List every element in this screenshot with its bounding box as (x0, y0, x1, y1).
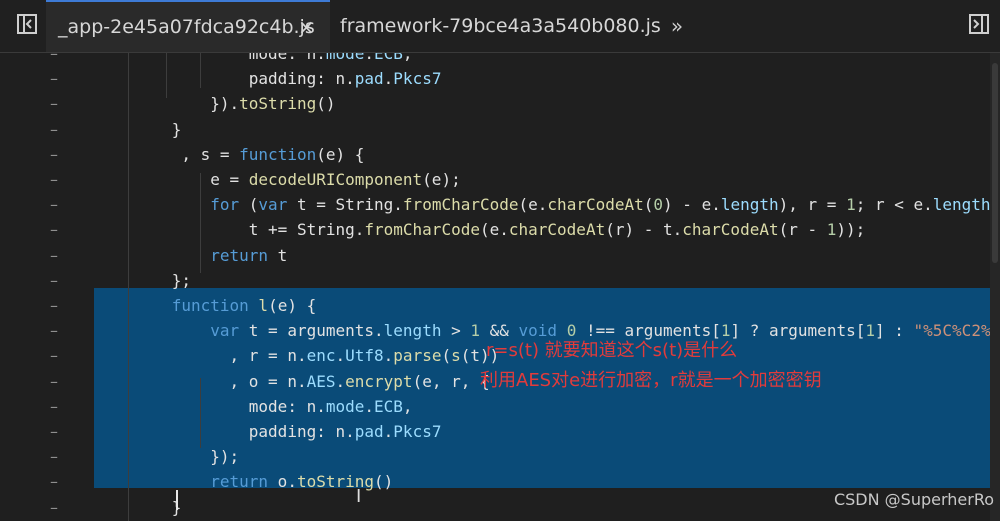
gutter-marker[interactable]: – (48, 419, 60, 444)
csdn-watermark: CSDN @SuperherRo (833, 490, 994, 509)
gutter-marker[interactable]: – (48, 469, 60, 494)
gutter-marker[interactable]: – (48, 293, 60, 318)
code-text: for (var t = String.fromCharCode(e.charC… (210, 195, 1000, 215)
tab-framework-js-label: framework-79bce4a3a540b080.js (340, 15, 661, 37)
editor-tab-bar: _app-2e45a07fdca92c4b.js × framework-79b… (0, 0, 1000, 53)
gutter-marker[interactable]: – (48, 91, 60, 116)
code-line[interactable]: – mode: n.mode.ECB, (0, 394, 1000, 419)
code-text: e = decodeURIComponent(e); (133, 170, 461, 189)
gutter-marker[interactable]: – (48, 167, 60, 192)
code-line[interactable]: – for (var t = String.fromCharCode(e.cha… (0, 192, 1000, 217)
scrollbar-thumb[interactable] (992, 63, 998, 263)
gutter-marker[interactable]: – (48, 217, 60, 242)
tab-framework-js[interactable]: framework-79bce4a3a540b080.js (340, 0, 661, 52)
code-text: padding: n.pad.Pkcs7 (133, 422, 442, 441)
code-line[interactable]: – }).toString() (0, 91, 1000, 116)
annotation-line-1: r=s(t) 就要知道这个s(t)是什么 (486, 340, 738, 361)
code-text: }).toString() (133, 94, 336, 114)
mouse-ibeam-icon: I (356, 486, 362, 507)
code-line[interactable]: – }; (0, 268, 1000, 293)
code-text: padding: n.pad.Pkcs7 (133, 69, 442, 89)
code-line[interactable]: – return t (0, 243, 1000, 268)
more-tabs-icon[interactable]: » (664, 13, 690, 39)
code-text: , o = n.AES.encrypt(e, r, { (133, 371, 490, 391)
code-text: return o.toString() (210, 472, 394, 492)
gutter-marker[interactable]: – (48, 117, 60, 142)
code-editor[interactable]: – mode: n.mode.ECB, – padding: n.pad.Pkcs… (0, 53, 1000, 521)
gutter-marker[interactable]: – (48, 343, 60, 368)
code-text: , r = n.enc.Utf8.parse(s(t)) (133, 346, 500, 366)
code-text: }); (133, 447, 240, 467)
code-line[interactable]: – }); (0, 444, 1000, 469)
annotation-line-2: 利用AES对e进行加密，r就是一个加密密钥 (480, 370, 822, 391)
gutter-marker[interactable]: – (48, 268, 60, 293)
tab-app-js[interactable]: _app-2e45a07fdca92c4b.js × (46, 0, 330, 52)
code-text: mode: n.mode.ECB, (133, 53, 413, 63)
gutter-marker[interactable]: – (48, 444, 60, 469)
gutter-marker[interactable]: – (48, 495, 60, 520)
code-text: function l(e) { (171, 296, 317, 315)
code-text: }; (133, 270, 191, 290)
gutter-marker[interactable]: – (48, 394, 60, 419)
tab-app-js-label: _app-2e45a07fdca92c4b.js (58, 16, 315, 38)
code-line[interactable]: – mode: n.mode.ECB, (0, 53, 1000, 66)
code-text: , s = function(e) { (133, 144, 365, 164)
gutter-marker[interactable]: – (48, 53, 60, 66)
code-line[interactable]: – } (0, 117, 1000, 142)
code-line[interactable]: – , s = function(e) { (0, 142, 1000, 167)
gutter-marker[interactable]: – (48, 142, 60, 167)
code-line[interactable]: – e = decodeURIComponent(e); (0, 167, 1000, 192)
code-text: t += String.fromCharCode(e.charCodeAt(r)… (133, 220, 866, 240)
gutter-marker[interactable]: – (48, 192, 60, 217)
gutter-marker[interactable]: – (48, 369, 60, 394)
toggle-debugger-pane-icon[interactable] (966, 13, 992, 39)
code-line[interactable]: – padding: n.pad.Pkcs7 (0, 419, 1000, 444)
gutter-marker[interactable]: – (48, 318, 60, 343)
code-text: return t (210, 245, 288, 265)
code-line[interactable]: – function l(e) { (0, 293, 1000, 318)
gutter-marker[interactable]: – (48, 243, 60, 268)
toggle-sidebar-icon[interactable] (14, 13, 40, 39)
gutter-marker[interactable]: – (48, 66, 60, 91)
code-line[interactable]: – padding: n.pad.Pkcs7 (0, 66, 1000, 91)
code-text: } (133, 119, 182, 139)
code-line[interactable]: – t += String.fromCharCode(e.charCodeAt(… (0, 217, 1000, 242)
text-cursor (176, 490, 178, 510)
code-text: } (133, 497, 182, 517)
code-text: mode: n.mode.ECB, (133, 396, 413, 416)
close-tab-icon[interactable]: × (298, 2, 315, 52)
vertical-scrollbar[interactable] (990, 53, 1000, 521)
